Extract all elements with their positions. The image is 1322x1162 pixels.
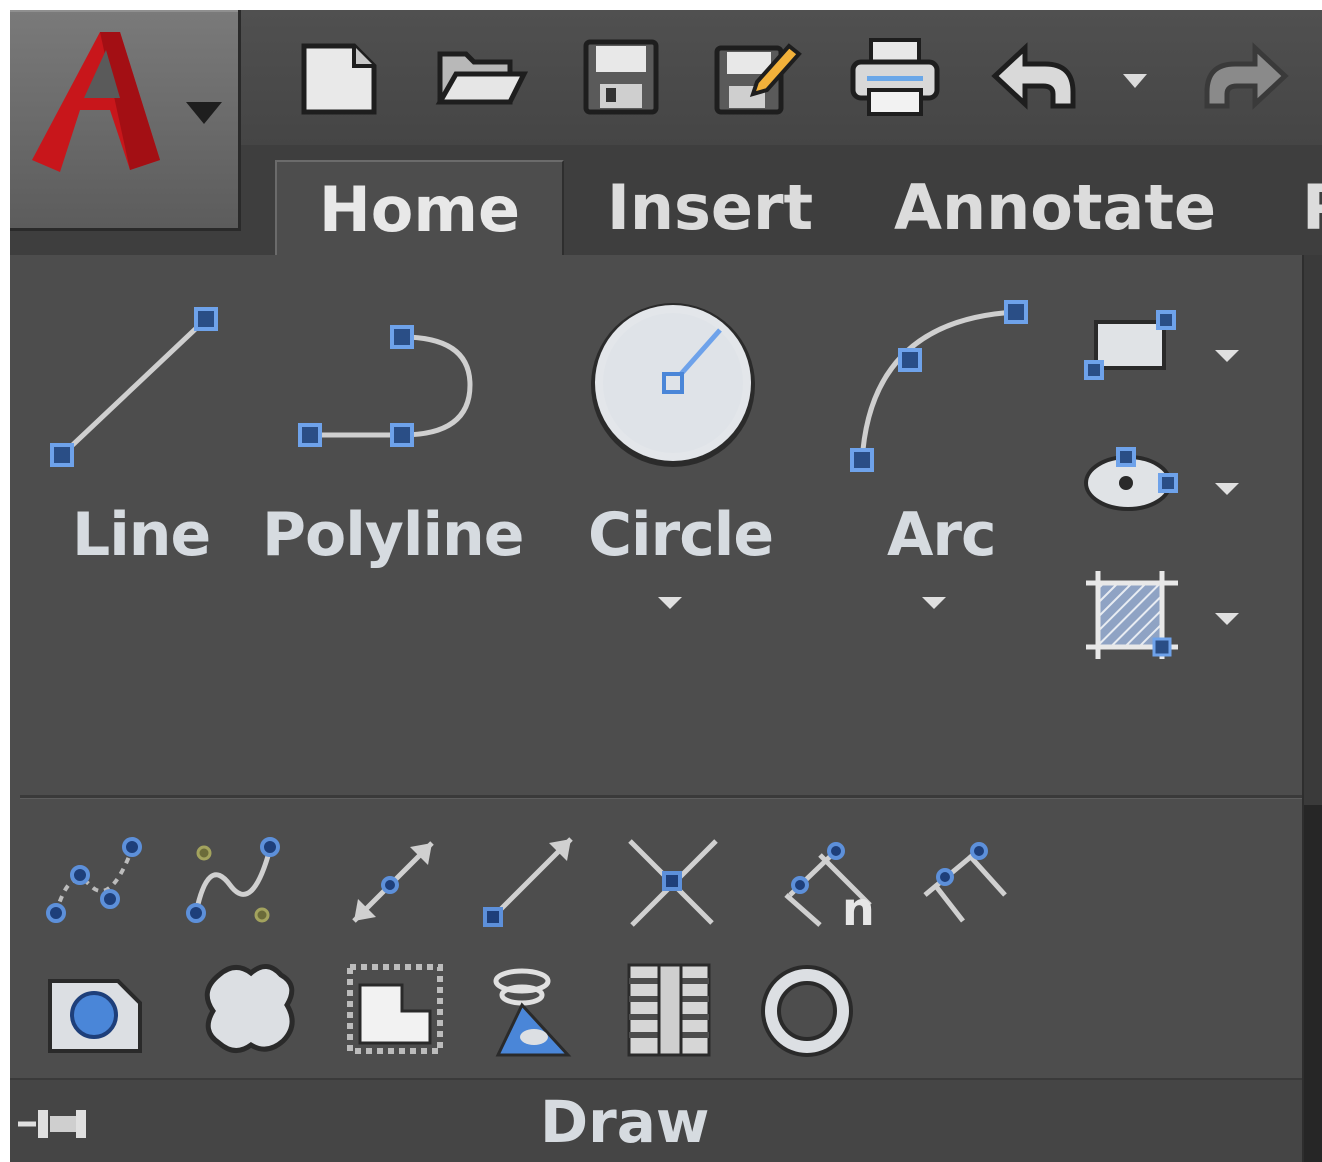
hatch-icon [1086, 571, 1178, 659]
xline-icon[interactable] [620, 825, 730, 935]
boundary-icon[interactable] [615, 955, 725, 1065]
save-icon[interactable] [570, 32, 670, 122]
circle-button[interactable] [580, 290, 770, 480]
construction-line-icon[interactable] [475, 825, 585, 935]
polyline-button[interactable] [280, 315, 500, 455]
hatch-dropdown-icon[interactable] [1215, 613, 1239, 625]
arc-button[interactable] [840, 290, 1040, 480]
region-icon[interactable] [40, 955, 150, 1065]
svg-text:n: n [842, 882, 875, 935]
redo-icon[interactable] [1195, 32, 1295, 122]
ellipse-icon [1084, 447, 1178, 511]
application-menu-button[interactable] [10, 10, 241, 231]
helix-icon[interactable] [478, 955, 588, 1065]
spline-cv-icon[interactable] [180, 825, 290, 935]
next-panel-edge [1302, 255, 1322, 1162]
polyline-label: Polyline [262, 500, 524, 570]
autocad-logo-icon [32, 32, 222, 172]
arc-icon [850, 300, 1028, 472]
tab-home[interactable]: Home [275, 160, 564, 257]
circle-dropdown-icon[interactable] [658, 597, 682, 609]
line-label: Line [72, 500, 211, 570]
tab-annotate[interactable]: Annotate [894, 160, 1216, 255]
print-icon[interactable] [845, 32, 945, 122]
rectangle-button[interactable] [1078, 300, 1188, 390]
autocad-ribbon: Home Insert Annotate P Line Polyline [10, 10, 1322, 1162]
ellipse-dropdown-icon[interactable] [1215, 483, 1239, 495]
arc-label: Arc [887, 500, 997, 570]
line-icon [50, 307, 218, 467]
donut-icon[interactable] [755, 955, 865, 1065]
wipeout-icon[interactable] [340, 955, 450, 1065]
tab-parametric-partial[interactable]: P [1302, 160, 1322, 255]
rectangle-dropdown-icon[interactable] [1215, 350, 1239, 362]
rectangle-icon [1084, 310, 1176, 380]
app-menu-dropdown-icon [186, 102, 222, 124]
pin-icon[interactable] [16, 1104, 96, 1144]
save-as-icon[interactable] [705, 32, 805, 122]
spline-fit-icon[interactable] [40, 825, 150, 935]
ellipse-button[interactable] [1078, 435, 1188, 525]
ray-icon[interactable] [340, 825, 450, 935]
panel-footer: Draw [10, 1078, 1302, 1162]
undo-icon[interactable] [985, 32, 1085, 122]
revision-cloud-icon[interactable] [195, 955, 305, 1065]
draw-panel: Line Polyline Circle Arc n Draw [10, 255, 1302, 1162]
circle-label: Circle [588, 500, 774, 570]
line-button[interactable] [40, 295, 240, 475]
open-icon[interactable] [430, 32, 530, 122]
undo-dropdown-icon[interactable] [1105, 32, 1165, 122]
polyline-icon [298, 325, 473, 447]
hatch-button[interactable] [1078, 565, 1188, 665]
tab-insert[interactable]: Insert [607, 160, 813, 255]
panel-divider [20, 795, 1302, 799]
divide-icon[interactable]: n [780, 825, 890, 936]
arc-dropdown-icon[interactable] [922, 597, 946, 609]
new-icon[interactable] [290, 32, 390, 122]
measure-icon[interactable] [915, 825, 1025, 935]
circle-icon [591, 303, 755, 467]
panel-title[interactable]: Draw [540, 1088, 709, 1156]
